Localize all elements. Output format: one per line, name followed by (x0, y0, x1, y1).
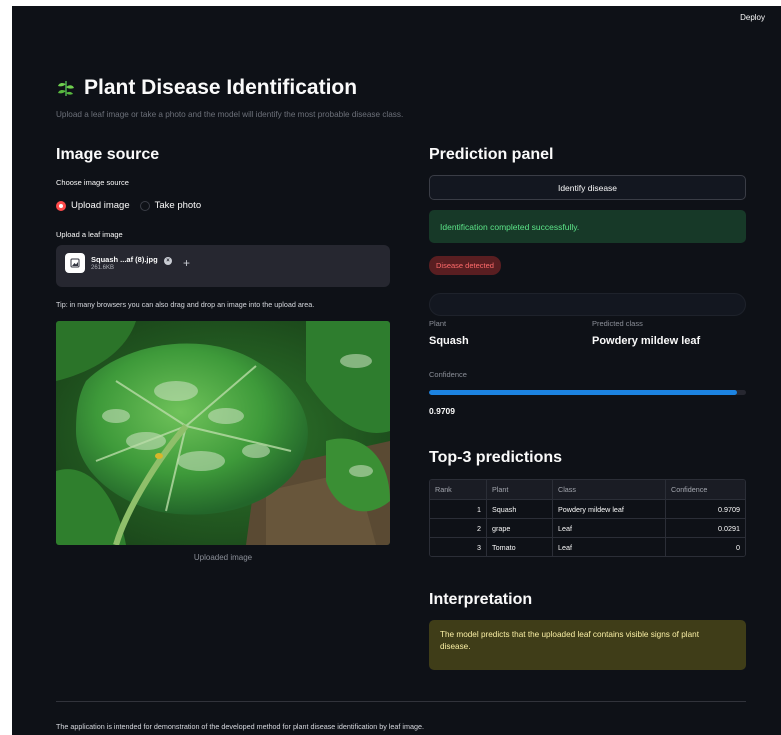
herb-icon (58, 81, 74, 97)
top3-heading: Top-3 predictions (429, 449, 563, 466)
confidence-progress-bar (429, 390, 746, 395)
footer-text: The application is intended for demonstr… (56, 722, 424, 731)
predicted-class-label: Predicted class (592, 319, 643, 328)
cell-plant: Tomato (486, 538, 552, 556)
table-row: 1 Squash Powdery mildew leaf 0.9709 (430, 499, 745, 518)
remove-file-icon[interactable]: × (164, 257, 172, 265)
cell-rank: 2 (477, 523, 481, 533)
column-header-confidence[interactable]: Confidence (665, 480, 745, 499)
interpretation-heading: Interpretation (429, 591, 533, 608)
prediction-panel-heading: Prediction panel (429, 146, 554, 163)
cell-class: Leaf (552, 538, 665, 556)
cell-rank: 3 (477, 542, 481, 552)
cell-confidence: 0.9709 (665, 500, 745, 518)
confidence-value: 0.9709 (429, 406, 455, 416)
image-source-radio-group: Upload image Take photo (56, 200, 201, 211)
cell-class: Powdery mildew leaf (552, 500, 665, 518)
radio-upload-image[interactable]: Upload image (56, 200, 130, 211)
image-file-icon (65, 253, 85, 273)
deploy-button[interactable]: Deploy (740, 13, 765, 22)
top3-table: Rank Plant Class Confidence 1 Squash Pow… (429, 479, 746, 557)
table-header-row: Rank Plant Class Confidence (430, 480, 745, 499)
plant-value: Squash (429, 335, 469, 347)
radio-take-photo[interactable]: Take photo (139, 200, 202, 211)
page-title: Plant Disease Identification (84, 76, 358, 99)
file-size: 261.6KB (91, 264, 115, 271)
upload-label: Upload a leaf image (56, 230, 123, 239)
cell-confidence: 0.0291 (665, 519, 745, 537)
plant-label: Plant (429, 319, 447, 328)
empty-status-field (429, 293, 746, 316)
footer-divider (56, 701, 746, 702)
radio-selected-indicator (56, 200, 66, 211)
column-header-rank[interactable]: Rank (430, 480, 486, 499)
column-header-plant[interactable]: Plant (486, 480, 552, 499)
uploaded-file-chip: Squash ...af (8).jpg 261.6KB (65, 253, 158, 273)
table-row: 3 Tomato Leaf 0 (430, 537, 745, 556)
page-title-row: Plant Disease Identification (56, 76, 357, 100)
radio-unselected-indicator (139, 200, 150, 211)
file-uploader[interactable]: Squash ...af (8).jpg 261.6KB × + (56, 245, 390, 287)
leaf-photo (56, 321, 390, 545)
radio-upload-label: Upload image (71, 200, 130, 211)
interpretation-alert: The model predicts that the uploaded lea… (429, 620, 746, 670)
choose-source-label: Choose image source (56, 178, 129, 187)
disease-detected-badge: Disease detected (429, 256, 501, 275)
uploaded-leaf-image (56, 321, 390, 545)
column-header-class[interactable]: Class (552, 480, 665, 499)
cell-rank: 1 (477, 504, 481, 514)
confidence-label: Confidence (429, 370, 467, 379)
identify-disease-button[interactable]: Identify disease (429, 175, 746, 200)
add-file-icon[interactable]: + (183, 257, 190, 269)
cell-plant: grape (486, 519, 552, 537)
app-window: Deploy Plant Disease Identification Uplo… (12, 6, 781, 735)
radio-take-photo-label: Take photo (154, 200, 202, 211)
cell-plant: Squash (486, 500, 552, 518)
image-caption: Uploaded image (193, 553, 253, 562)
success-alert: Identification completed successfully. (429, 210, 746, 243)
image-source-heading: Image source (56, 146, 160, 163)
predicted-class-value: Powdery mildew leaf (592, 335, 701, 347)
confidence-progress-fill (429, 390, 737, 395)
cell-confidence: 0 (665, 538, 745, 556)
drag-drop-tip: Tip: in many browsers you can also drag … (56, 300, 315, 309)
cell-class: Leaf (552, 519, 665, 537)
page-subtitle: Upload a leaf image or take a photo and … (56, 110, 404, 119)
table-row: 2 grape Leaf 0.0291 (430, 518, 745, 537)
file-name: Squash ...af (8).jpg (91, 254, 158, 264)
